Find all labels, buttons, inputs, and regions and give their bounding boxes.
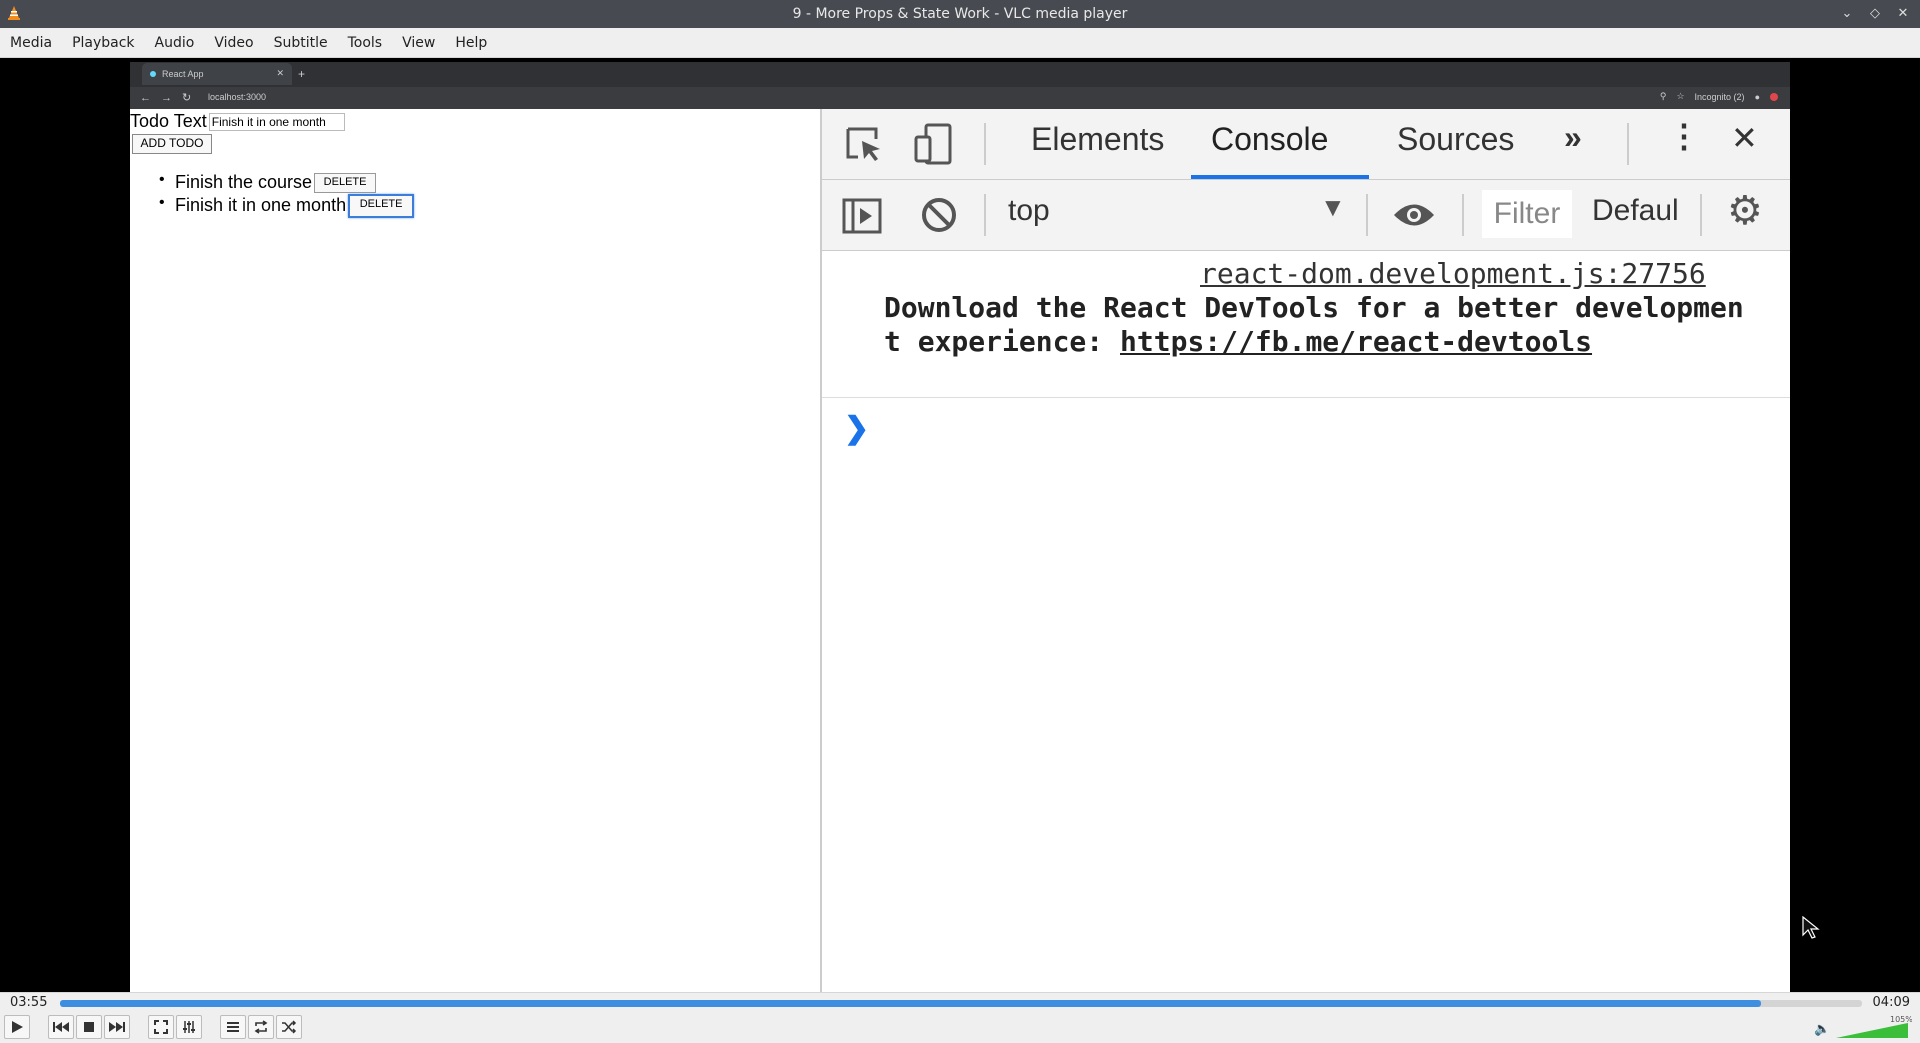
todo-text-label: Todo Text <box>130 111 207 131</box>
fullscreen-button[interactable] <box>148 1015 174 1039</box>
browser-tab-title: React App <box>162 69 204 79</box>
log-source-link: react-dom.development.js:27756 <box>1200 257 1706 290</box>
tab-console: Console <box>1211 121 1329 157</box>
console-toolbar: top ▼ Filter Defaul ⚙ <box>822 180 1790 251</box>
console-filter-input: Filter <box>1482 190 1572 238</box>
tab-elements: Elements <box>1031 121 1165 157</box>
add-todo-button: ADD TODO <box>132 134 212 154</box>
delete-button: DELETE <box>348 193 415 218</box>
volume-slider[interactable]: 🔈 105% <box>1812 1013 1912 1039</box>
list-item: Finish it in one month DELETE <box>159 193 415 218</box>
menu-view[interactable]: View <box>392 28 445 57</box>
profile-icon: ● <box>1754 91 1760 102</box>
maximize-icon[interactable]: ◇ <box>1866 4 1884 22</box>
total-time: 04:09 <box>1872 995 1910 1010</box>
device-toolbar-icon <box>914 123 952 165</box>
menu-video[interactable]: Video <box>204 28 263 57</box>
seek-progress <box>60 1000 1762 1007</box>
fullscreen-icon <box>154 1020 168 1034</box>
next-icon <box>109 1022 125 1032</box>
star-icon: ☆ <box>1676 91 1685 101</box>
active-tab-indicator <box>1191 175 1369 179</box>
menu-subtitle[interactable]: Subtitle <box>264 28 338 57</box>
todo-item-text: Finish it in one month <box>175 195 347 215</box>
console-prompt-icon: ❯ <box>844 412 870 445</box>
previous-button[interactable] <box>48 1015 74 1039</box>
equalizer-icon <box>183 1021 195 1033</box>
loop-button[interactable] <box>248 1015 274 1039</box>
tab-close-icon: ✕ <box>276 68 284 78</box>
previous-icon <box>53 1022 69 1032</box>
seek-slider[interactable] <box>60 1000 1862 1007</box>
zoom-icon: ⚲ <box>1659 91 1667 101</box>
react-favicon-icon <box>150 71 156 77</box>
more-tabs-icon: » <box>1564 119 1582 155</box>
menu-audio[interactable]: Audio <box>145 28 205 57</box>
devtools-download-link: https://fb.me/react-devtools <box>1120 325 1593 358</box>
todo-text-input: Finish it in one month <box>208 112 345 131</box>
settings-gear-icon: ⚙ <box>1727 189 1763 233</box>
play-button[interactable] <box>4 1015 30 1039</box>
close-icon[interactable]: ✕ <box>1894 4 1912 22</box>
loop-icon <box>254 1020 268 1034</box>
react-app-page: Todo Text Finish it in one month ADD TOD… <box>130 109 820 992</box>
new-tab-icon: + <box>298 67 306 81</box>
browser-tab: React App ✕ <box>142 63 292 85</box>
stop-button[interactable] <box>76 1015 102 1039</box>
delete-button: DELETE <box>314 172 377 193</box>
clear-console-icon <box>922 198 956 232</box>
kebab-menu-icon: ⋮ <box>1668 118 1700 154</box>
record-icon <box>1770 92 1778 101</box>
show-sidebar-icon <box>842 198 882 234</box>
devtools-close-icon: ✕ <box>1731 120 1758 156</box>
extended-settings-button[interactable] <box>176 1015 202 1039</box>
browser-url: localhost:3000 <box>208 92 267 102</box>
stop-icon <box>84 1022 94 1032</box>
window-title: 9 - More Props & State Work - VLC media … <box>792 6 1128 22</box>
menu-playback[interactable]: Playback <box>62 28 144 57</box>
log-levels-dropdown: Defaul <box>1592 194 1679 227</box>
browser-nav-icons: ←→↻ <box>140 92 202 104</box>
elapsed-time: 03:55 <box>10 995 48 1010</box>
volume-percent: 105% <box>1890 1015 1912 1024</box>
minimize-icon[interactable]: ⌄ <box>1838 4 1856 22</box>
menu-media[interactable]: Media <box>0 28 62 57</box>
playback-controls: 03:55 04:09 🔈 105% <box>0 992 1920 1043</box>
menu-help[interactable]: Help <box>445 28 497 57</box>
list-item: Finish the course DELETE <box>159 171 414 194</box>
play-icon <box>12 1021 23 1033</box>
inspect-element-icon <box>846 127 880 161</box>
live-expression-eye-icon <box>1394 204 1434 226</box>
window-titlebar: 9 - More Props & State Work - VLC media … <box>0 0 1920 28</box>
todo-list: Finish the course DELETE Finish it in on… <box>130 171 415 218</box>
mouse-cursor-icon <box>1802 916 1820 939</box>
playlist-button[interactable] <box>220 1015 246 1039</box>
tab-sources: Sources <box>1397 121 1515 157</box>
devtools-tabbar: Elements Console Sources » ⋮ ✕ <box>822 109 1790 180</box>
incognito-label: Incognito (2) <box>1694 91 1745 102</box>
next-button[interactable] <box>104 1015 130 1039</box>
browser-address-bar: ←→↻ localhost:3000 ⚲ ☆ Incognito (2) ● <box>130 87 1790 109</box>
todo-item-text: Finish the course <box>175 172 313 192</box>
shuffle-icon <box>282 1020 297 1034</box>
dropdown-arrow-icon: ▼ <box>1320 192 1346 222</box>
log-message: Download the React DevTools for a better… <box>884 291 1744 359</box>
shuffle-button[interactable] <box>276 1015 302 1039</box>
menu-tools[interactable]: Tools <box>338 28 393 57</box>
speaker-icon: 🔈 <box>1814 1022 1830 1037</box>
menu-bar: Media Playback Audio Video Subtitle Tool… <box>0 28 1920 58</box>
context-selector: top <box>1008 194 1050 227</box>
volume-level <box>1836 1023 1908 1038</box>
playlist-icon <box>227 1022 239 1032</box>
devtools-panel: Elements Console Sources » ⋮ ✕ top ▼ Fil… <box>822 109 1790 992</box>
